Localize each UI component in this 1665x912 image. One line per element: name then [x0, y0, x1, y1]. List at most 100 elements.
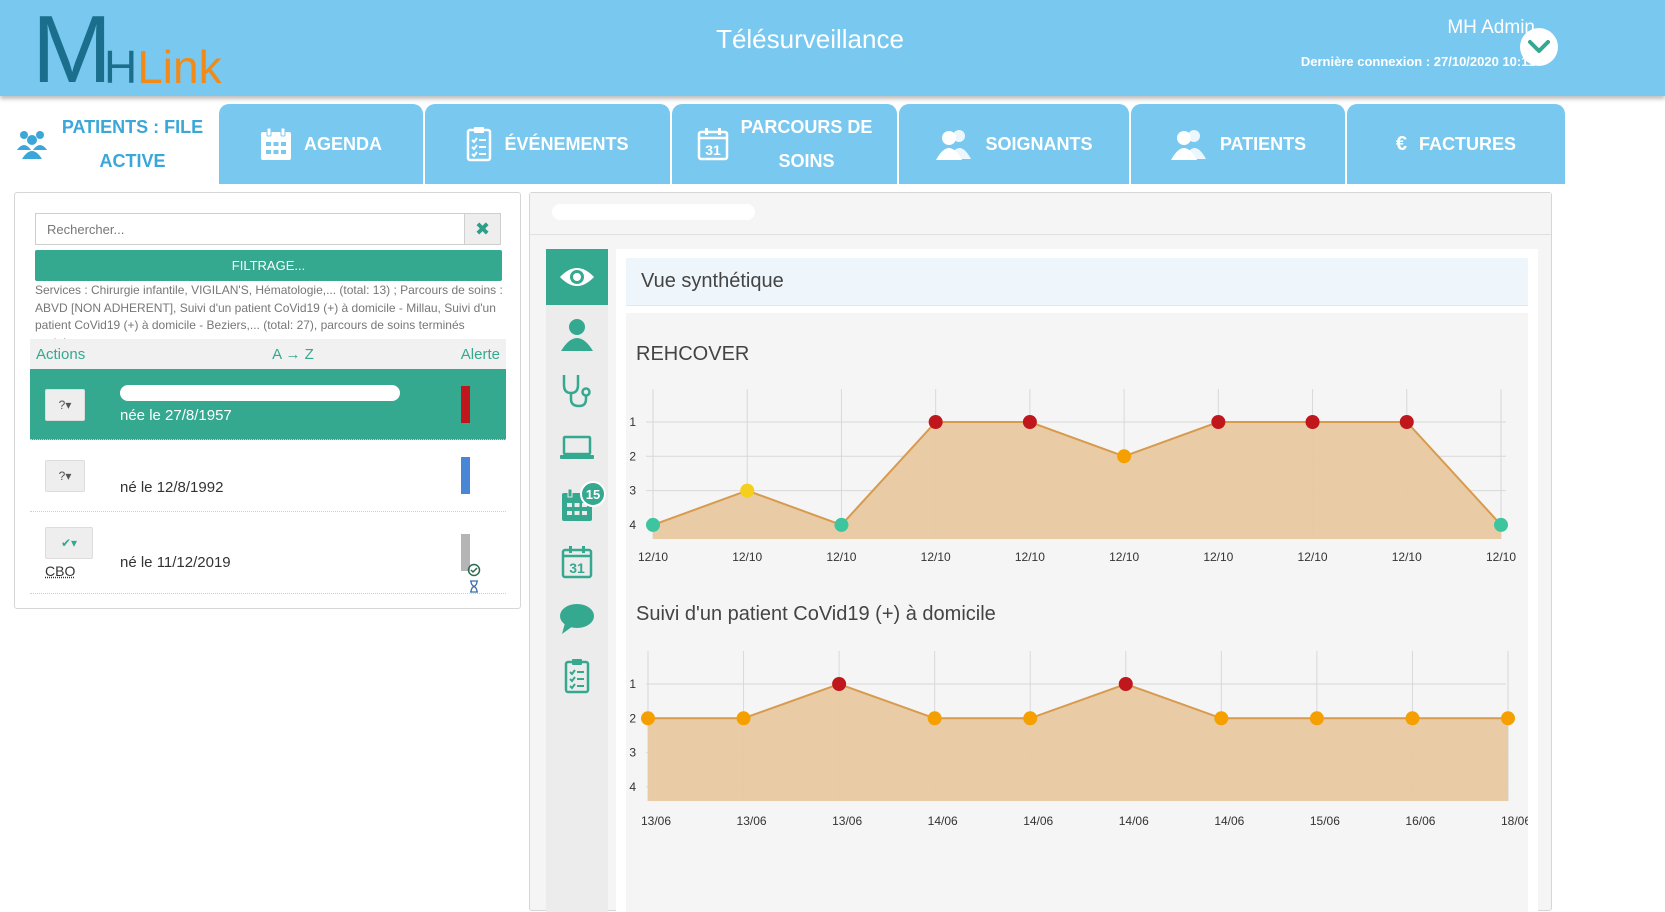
data-point	[927, 711, 942, 726]
x-tick-label: 18/06	[1501, 814, 1528, 828]
x-tick-label: 12/10	[1486, 550, 1516, 564]
x-tick-label: 15/06	[1310, 814, 1340, 828]
x-tick-label: 14/06	[1119, 814, 1149, 828]
search-clear-button[interactable]: ✖	[464, 213, 501, 245]
patient-row[interactable]: ?▾ né le 12/8/1992	[30, 440, 506, 512]
side-item-medical[interactable]	[546, 363, 608, 419]
patients-group-icon	[14, 126, 50, 162]
rehcover-chart: 1 2 3 4 12/10 12/10 12/10 12/10 12/10 12/10 12/10 1…	[629, 389, 1516, 564]
tab-soignants-label: SOIGNANTS	[985, 134, 1093, 154]
tab-evenements[interactable]: ÉVÉNEMENTS	[425, 104, 670, 184]
x-tick-label: 12/10	[1392, 550, 1422, 564]
chart-title-covid: Suivi d'un patient CoVid19 (+) à domicil…	[636, 603, 996, 625]
y-tick-label: 4	[629, 780, 636, 794]
y-tick-label: 3	[629, 746, 636, 760]
tab-evenements-label: ÉVÉNEMENTS	[504, 134, 629, 154]
data-point	[1405, 711, 1420, 726]
side-item-telemonitoring[interactable]	[546, 420, 608, 476]
user-name: MH Admin	[1447, 17, 1535, 38]
data-point	[1494, 517, 1508, 532]
x-tick-label: 16/06	[1405, 814, 1435, 828]
y-tick-label: 1	[629, 677, 636, 691]
tab-agenda-label: AGENDA	[303, 134, 382, 154]
side-item-messages[interactable]	[546, 591, 608, 647]
x-tick-label: 12/10	[1298, 550, 1328, 564]
sort-toggle[interactable]: A → Z	[272, 346, 314, 363]
user-menu-toggle[interactable]	[1520, 28, 1558, 66]
svg-text:31: 31	[705, 142, 721, 158]
patient-row[interactable]: ?▾ née le 27/8/1957	[30, 369, 506, 440]
x-tick-label: 12/10	[1109, 550, 1139, 564]
data-point	[1214, 711, 1229, 726]
list-header: Actions A → Z Alerte	[30, 339, 506, 369]
side-item-overview[interactable]	[546, 249, 608, 305]
tab-agenda[interactable]: AGENDA	[219, 104, 423, 184]
y-tick-label: 4	[629, 518, 636, 532]
tab-label-line1: PATIENTS : FILE	[61, 117, 204, 137]
side-item-events[interactable]	[546, 648, 608, 704]
chart-title-rehcover: REHCOVER	[636, 343, 750, 365]
last-login-text: Dernière connexion : 27/10/2020 10:11	[1300, 54, 1535, 69]
patient-row[interactable]: ✔▾ CBO né le 11/12/2019	[30, 512, 506, 594]
data-point	[740, 483, 755, 498]
side-item-patient[interactable]	[546, 306, 608, 362]
patient-action-button[interactable]: ?▾	[45, 389, 85, 421]
covid-followup-chart: 1 2 3 4 13/06 13/06 13/06 14/06 14/06 14/06 14/06 1…	[629, 651, 1528, 828]
tab-patients[interactable]: PATIENTS	[1131, 104, 1345, 184]
data-point	[832, 677, 847, 691]
x-tick-label: 12/10	[826, 550, 856, 564]
patient-detail-panel: 15 31 Vue synthétique REHCOVER 1 2 3 4 1…	[529, 192, 1552, 912]
search-bar: ✖	[35, 213, 501, 245]
patient-list-panel: ✖ FILTRAGE... Services : Chirurgie infan…	[14, 192, 521, 609]
close-x-icon: ✖	[474, 218, 491, 239]
y-tick-label: 2	[629, 449, 636, 463]
data-point	[1023, 711, 1038, 726]
side-item-agenda[interactable]: 15	[546, 477, 608, 533]
data-point	[736, 711, 751, 726]
tab-patients-file-active[interactable]: PATIENTS : FILE ACTIVE	[0, 104, 217, 184]
tab-label-line2: ACTIVE	[99, 151, 166, 171]
patient-action-button[interactable]: ✔▾	[45, 527, 93, 559]
check-circle-icon	[467, 563, 481, 577]
patient-birth-date: née le 27/8/1957	[120, 407, 232, 424]
euro-icon: €	[1395, 132, 1408, 155]
data-point	[834, 517, 849, 532]
x-tick-label: 12/10	[638, 550, 668, 564]
page-title: Télésurveillance	[716, 24, 904, 54]
filter-button[interactable]: FILTRAGE...	[35, 250, 502, 281]
search-input[interactable]	[35, 213, 464, 245]
x-tick-label: 13/06	[832, 814, 862, 828]
data-point	[1309, 711, 1324, 726]
detail-side-nav: 15 31	[546, 249, 608, 912]
tab-soignants[interactable]: SOIGNANTS	[899, 104, 1129, 184]
data-point	[641, 711, 655, 726]
calendar-31-icon: 31	[561, 546, 593, 579]
patient-birth-date: né le 12/8/1992	[120, 479, 224, 496]
tab-factures[interactable]: € FACTURES	[1347, 104, 1565, 184]
data-point	[1211, 415, 1226, 429]
data-point	[1305, 415, 1320, 429]
patients-icon	[1170, 127, 1208, 161]
patient-list: ?▾ née le 27/8/1957 ?▾ né le 12/8/1992 ✔…	[30, 369, 506, 594]
side-item-care-pathway[interactable]: 31	[546, 534, 608, 590]
y-tick-label: 1	[629, 415, 636, 429]
x-tick-label: 13/06	[737, 814, 767, 828]
tab-parcours-de-soins[interactable]: 31 PARCOURS DE SOINS	[672, 104, 897, 184]
patient-tag[interactable]: CBO	[45, 563, 75, 579]
section-title: Vue synthétique	[626, 258, 1528, 306]
chevron-down-icon	[1528, 40, 1550, 53]
calendar-31-icon: 31	[697, 127, 729, 161]
caregivers-icon	[935, 127, 973, 161]
user-icon	[561, 319, 593, 351]
alert-indicator	[461, 386, 470, 423]
data-point	[1399, 415, 1414, 429]
tab-factures-label: FACTURES	[1419, 134, 1517, 154]
data-point	[1117, 449, 1132, 464]
patient-birth-date: né le 11/12/2019	[120, 554, 231, 571]
clipboard-checklist-icon	[564, 659, 590, 694]
patient-action-button[interactable]: ?▾	[45, 460, 85, 492]
alert-indicator	[461, 457, 470, 494]
chat-bubble-icon	[560, 604, 594, 634]
x-tick-label: 12/10	[1203, 550, 1233, 564]
x-tick-label: 12/10	[732, 550, 762, 564]
